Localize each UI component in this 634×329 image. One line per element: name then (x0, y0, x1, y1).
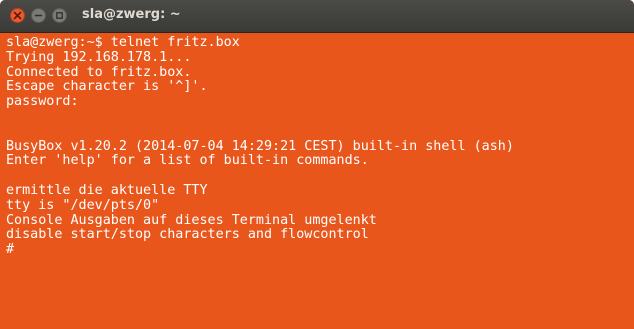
terminal-line: password: (6, 94, 79, 110)
terminal-line: disable start/stop characters and flowco… (6, 227, 369, 243)
maximize-button[interactable] (52, 8, 67, 23)
terminal-line: sla@zwerg:~$ telnet fritz.box (6, 36, 240, 50)
minimize-button[interactable] (31, 8, 46, 23)
close-button[interactable] (10, 8, 25, 23)
terminal-window: sla@zwerg: ~ sla@zwerg:~$ telnet fritz.b… (0, 0, 634, 329)
minimize-icon (34, 14, 43, 17)
terminal-line: Trying 192.168.178.1... (6, 49, 192, 65)
terminal-line: Console Ausgaben auf dieses Terminal umg… (6, 212, 377, 228)
window-title: sla@zwerg: ~ (82, 7, 181, 22)
terminal-line: ermittle die aktuelle TTY (6, 182, 208, 198)
title-bar[interactable]: sla@zwerg: ~ (0, 0, 634, 33)
terminal-output[interactable]: sla@zwerg:~$ telnet fritz.box Trying 192.… (6, 36, 634, 329)
maximize-icon (56, 12, 63, 19)
terminal-line: # (6, 242, 15, 258)
terminal-line: BusyBox v1.20.2 (2014-07-04 14:29:21 CES… (6, 138, 514, 154)
close-icon (13, 11, 22, 20)
terminal-line: tty is "/dev/pts/0" (6, 197, 160, 213)
terminal-line: Escape character is '^]'. (6, 79, 208, 95)
terminal-line: Enter 'help' for a list of built-in comm… (6, 153, 369, 169)
terminal-line: Connected to fritz.box. (6, 64, 192, 80)
